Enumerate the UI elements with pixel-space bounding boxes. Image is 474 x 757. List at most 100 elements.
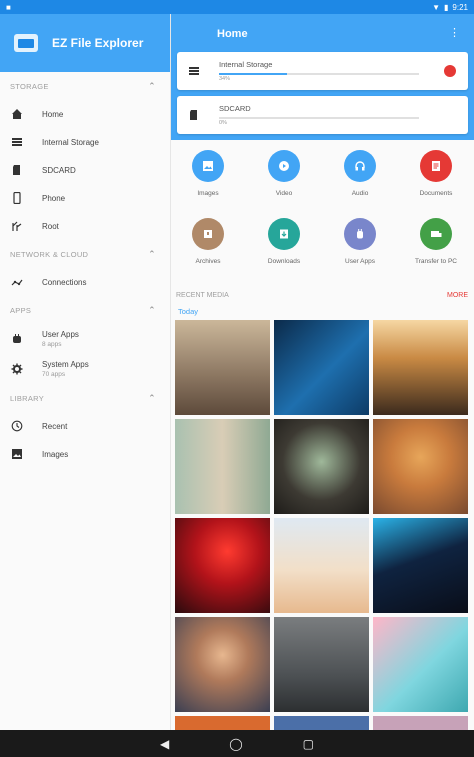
- media-thumbnail[interactable]: [274, 518, 369, 613]
- storage-progress: [219, 117, 419, 119]
- battery-icon: ▮: [444, 2, 449, 12]
- chevron-up-icon: ⌃: [148, 248, 156, 259]
- transfer-icon: [420, 218, 452, 250]
- sidebar-item-images[interactable]: Images: [0, 440, 170, 468]
- sidebar-item-label: Home: [42, 109, 64, 119]
- sidebar-item-user-apps[interactable]: User Apps 8 apps: [0, 324, 170, 354]
- analyze-icon[interactable]: [444, 65, 456, 77]
- media-thumbnail[interactable]: [274, 617, 369, 712]
- section-network[interactable]: NETWORK & CLOUD ⌃: [0, 240, 170, 268]
- drawer-header: EZ File Explorer: [0, 14, 170, 72]
- media-thumbnail[interactable]: [373, 716, 468, 730]
- home-button-icon[interactable]: ◯: [229, 737, 242, 751]
- section-library[interactable]: LIBRARY ⌃: [0, 384, 170, 412]
- sidebar-item-system-apps[interactable]: System Apps 70 apps: [0, 354, 170, 384]
- video-icon: [268, 150, 300, 182]
- documents-icon: [420, 150, 452, 182]
- media-thumbnail[interactable]: [373, 518, 468, 613]
- category-label: Images: [197, 190, 219, 197]
- sidebar-item-recent[interactable]: Recent: [0, 412, 170, 440]
- storage-percent: 34%: [219, 76, 231, 82]
- media-thumbnail[interactable]: [373, 320, 468, 415]
- home-icon: [10, 107, 24, 121]
- category-label: Downloads: [267, 258, 301, 265]
- sidebar-item-phone[interactable]: Phone: [0, 184, 170, 212]
- section-label: STORAGE: [10, 81, 49, 91]
- downloads-icon: [268, 218, 300, 250]
- wifi-icon: ▼: [432, 2, 441, 12]
- sidebar-item-label: Phone: [42, 193, 66, 203]
- archives-icon: [192, 218, 224, 250]
- storage-card-internal[interactable]: Internal Storage 34%: [177, 52, 468, 90]
- category-downloads[interactable]: Downloads: [249, 218, 319, 265]
- chevron-up-icon: ⌃: [148, 392, 156, 403]
- storage-icon: [187, 64, 201, 78]
- system-apps-icon: [10, 362, 24, 376]
- back-icon[interactable]: ◀: [160, 737, 169, 751]
- images-icon: [10, 447, 24, 461]
- page-title: Home: [217, 28, 248, 40]
- media-thumbnail[interactable]: [175, 320, 270, 415]
- category-grid: Images Video Audio Documents Archives Do…: [171, 140, 474, 290]
- category-user-apps[interactable]: User Apps: [325, 218, 395, 265]
- category-label: User Apps: [345, 258, 375, 265]
- recent-icon: [10, 419, 24, 433]
- more-link[interactable]: MORE: [447, 292, 468, 304]
- user-apps-icon: [344, 218, 376, 250]
- sidebar-item-internal-storage[interactable]: Internal Storage: [0, 128, 170, 156]
- category-audio[interactable]: Audio: [325, 150, 395, 197]
- sdcard-icon: [187, 108, 201, 122]
- sidebar-item-label: SDCARD: [42, 165, 76, 175]
- storage-card-sdcard[interactable]: SDCARD 0%: [177, 96, 468, 134]
- media-thumbnail[interactable]: [274, 419, 369, 514]
- storage-icon: [10, 135, 24, 149]
- sidebar-item-label: Images: [42, 449, 69, 459]
- section-label: APPS: [10, 305, 32, 315]
- media-thumbnail[interactable]: [175, 716, 270, 730]
- status-bar: ■ ▼ ▮ 9:21: [0, 0, 474, 14]
- media-thumbnail[interactable]: [274, 716, 369, 730]
- category-transfer-to-pc[interactable]: Transfer to PC: [401, 218, 471, 265]
- sidebar-item-sdcard[interactable]: SDCARD: [0, 156, 170, 184]
- images-icon: [192, 150, 224, 182]
- category-images[interactable]: Images: [173, 150, 243, 197]
- section-storage[interactable]: STORAGE ⌃: [0, 72, 170, 100]
- sidebar-item-label: User Apps: [42, 330, 79, 339]
- sidebar-item-home[interactable]: Home: [0, 100, 170, 128]
- navigation-drawer: EZ File Explorer STORAGE ⌃ Home Internal…: [0, 14, 171, 730]
- sidebar-item-sub: 8 apps: [42, 341, 62, 348]
- media-thumbnail[interactable]: [373, 419, 468, 514]
- sidebar-item-label: Connections: [42, 277, 87, 287]
- media-thumbnail[interactable]: [175, 617, 270, 712]
- category-label: Documents: [419, 190, 453, 197]
- recent-media-title: RECENT MEDIA: [176, 292, 229, 299]
- root-icon: [10, 219, 24, 233]
- storage-name: Internal Storage: [219, 60, 273, 69]
- sidebar-item-label: System Apps: [42, 360, 89, 369]
- media-thumbnail[interactable]: [373, 617, 468, 712]
- media-thumbnail[interactable]: [274, 320, 369, 415]
- chevron-up-icon: ⌃: [148, 80, 156, 91]
- category-documents[interactable]: Documents: [401, 150, 471, 197]
- sidebar-item-label: Recent: [42, 421, 68, 431]
- system-nav-bar: ◀ ◯ ▢: [0, 730, 474, 757]
- app-root: ■ ▼ ▮ 9:21 EZ File Explorer STORAGE ⌃ Ho…: [0, 0, 474, 757]
- category-archives[interactable]: Archives: [173, 218, 243, 265]
- audio-icon: [344, 150, 376, 182]
- overflow-menu-icon[interactable]: ⋮: [449, 26, 460, 39]
- main-header: Home ⋮ Internal Storage 34% SDCARD 0%: [171, 14, 474, 140]
- media-thumbnail[interactable]: [175, 419, 270, 514]
- category-label: Video: [275, 190, 293, 197]
- category-video[interactable]: Video: [249, 150, 319, 197]
- recents-icon[interactable]: ▢: [303, 737, 314, 751]
- date-group-label: Today: [178, 307, 199, 316]
- section-label: NETWORK & CLOUD: [10, 249, 89, 259]
- media-thumbnail[interactable]: [175, 518, 270, 613]
- sdcard-icon: [10, 163, 24, 177]
- sidebar-item-root[interactable]: Root: [0, 212, 170, 240]
- section-apps[interactable]: APPS ⌃: [0, 296, 170, 324]
- sidebar-item-connections[interactable]: Connections: [0, 268, 170, 296]
- connections-icon: [10, 275, 24, 289]
- category-label: Archives: [195, 258, 221, 265]
- recent-media-header: RECENT MEDIA MORE: [176, 292, 468, 304]
